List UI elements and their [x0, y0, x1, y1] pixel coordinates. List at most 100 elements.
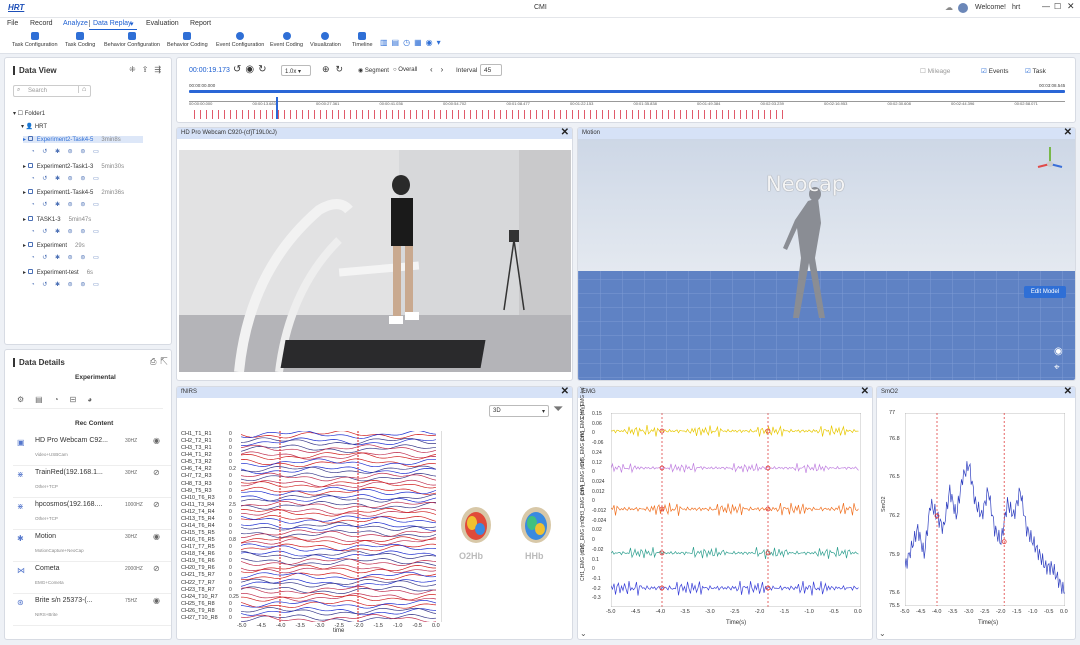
smo2-y-tick: 75.9 — [889, 551, 900, 558]
details-tab-icons[interactable]: ⚙▤◔⊟◕ — [17, 395, 103, 404]
chevron-down-icon[interactable]: ⌄ — [879, 629, 886, 638]
tree-item-tools-icon[interactable]: ◔ ↺ ✱ ⊜ ⊜ ▭ — [31, 201, 102, 208]
menu-file[interactable]: File — [7, 20, 18, 27]
menu-data-replay[interactable]: Data Replay — [89, 20, 132, 27]
nav-arrows[interactable]: ‹› — [430, 65, 451, 74]
maximize-icon[interactable]: ☐ — [1054, 2, 1061, 11]
fnirs-series-line — [241, 522, 436, 531]
tree-item[interactable]: ▸ TASK1-3 5min47s — [23, 215, 91, 223]
chevron-down-icon[interactable]: ▾ — [130, 20, 134, 28]
chevron-down-icon[interactable]: ⌄ — [580, 629, 587, 638]
behavior-coding-button[interactable]: Behavior Coding — [167, 32, 208, 48]
event-configuration-button[interactable]: Event Configuration — [216, 32, 264, 48]
chart-tools-icon[interactable]: ▥▤◷▦◉▾ — [380, 38, 445, 47]
filter-icon[interactable]: ⌂ — [78, 86, 86, 93]
tree-item[interactable]: ▸ Experiment2-Task4-5 3min8s — [23, 136, 143, 143]
tree-item-tools-icon[interactable]: ◔ ↺ ✱ ⊜ ⊜ ▭ — [31, 254, 102, 261]
menu-report[interactable]: Report — [190, 20, 211, 27]
avatar[interactable] — [958, 3, 968, 13]
device-name: hpcosmos(192.168.... — [35, 501, 103, 508]
tree-item-tools-icon[interactable]: ◔ ↺ ✱ ⊜ ⊜ ▭ — [31, 175, 102, 182]
tree-item[interactable]: ▸ Experiment 29s — [23, 242, 85, 249]
locate-icon[interactable]: ⌖ — [1054, 362, 1060, 373]
data-view-actions-icon[interactable]: ⁜⇪⇶ — [129, 65, 167, 74]
device-item[interactable]: ⋈ Cometa EMG+Cometa 2000HZ ⊘ — [13, 562, 171, 594]
fnirs-series-line — [241, 472, 436, 482]
tree-group[interactable]: ▾ 👤 HRT — [21, 123, 47, 130]
visibility-icon[interactable]: ◉ — [153, 596, 160, 605]
cloud-icon[interactable]: ☁ — [945, 3, 953, 12]
interval-input[interactable]: 45 — [480, 64, 502, 76]
task-coding-button[interactable]: Task Coding — [65, 32, 95, 48]
edit-model-button[interactable]: Edit Model — [1024, 286, 1066, 298]
device-item[interactable]: ⊛ Brite s/n 25373-(... NIRS+Brite 75HZ ◉ — [13, 594, 171, 626]
event-coding-icon — [282, 32, 291, 40]
menu-analyze[interactable]: Analyze — [63, 20, 88, 27]
smo2-y-tick: 76.2 — [889, 512, 900, 519]
speed-select[interactable]: 1.0x ▾ — [281, 65, 311, 76]
fnirs-y-tick: 0 — [229, 438, 232, 445]
visibility-icon[interactable]: ⊘ — [153, 500, 160, 509]
smo2-x-tick: -5.0 — [900, 609, 910, 615]
timeline-button[interactable]: Timeline — [352, 32, 373, 48]
fnirs-series-line — [241, 578, 436, 588]
tree-item[interactable]: ▸ Experiment2-Task1-3 5min30s — [23, 162, 124, 170]
experimental-tab[interactable]: Experimental — [75, 374, 116, 381]
device-item[interactable]: ⋇ TrainRed(192.168.1... Other+TCP 30HZ ⊘ — [13, 466, 171, 498]
eye-icon[interactable]: ◉ — [1054, 346, 1063, 357]
visibility-icon[interactable]: ◉ — [153, 436, 160, 445]
segment-radio[interactable]: ◉ Segment — [358, 67, 389, 74]
timeline-cursor[interactable] — [276, 97, 278, 119]
step-controls[interactable]: ⊕↻ — [322, 64, 349, 75]
menu-evaluation[interactable]: Evaluation — [146, 20, 179, 27]
visibility-icon[interactable]: ◉ — [153, 532, 160, 541]
behavior-configuration-button[interactable]: Behavior Configuration — [104, 32, 160, 48]
close-icon[interactable]: ✕ — [1064, 387, 1072, 397]
fnirs-y-tick: 0 — [229, 600, 232, 607]
timeline-track[interactable] — [189, 90, 1065, 93]
tree-item-tools-icon[interactable]: ◔ ↺ ✱ ⊜ ⊜ ▭ — [31, 228, 102, 235]
mileage-checkbox[interactable]: ☐ Mileage — [920, 67, 950, 75]
device-item[interactable]: ▣ HD Pro Webcam C92... Video+USBCam 30HZ ◉ — [13, 434, 171, 466]
filter-icon[interactable]: ⏷ — [553, 401, 563, 417]
close-icon[interactable]: ✕ — [561, 387, 569, 397]
device-item[interactable]: ✱ Motion MotionCapture+NeoCap 30HZ ◉ — [13, 530, 171, 562]
fnirs-y-tick: 0 — [229, 431, 232, 437]
tree-item[interactable]: ▸ Experiment1-Task4-5 2min36s — [23, 189, 124, 196]
visibility-icon[interactable]: ⊘ — [153, 564, 160, 573]
tree-item-tools-icon[interactable]: ◔ ↺ ✱ ⊜ ⊜ ▭ — [31, 281, 102, 288]
fnirs-series-line — [241, 493, 436, 503]
visibility-icon[interactable]: ⊘ — [153, 468, 160, 477]
fnirs-channel-label: CH16_T6_R5 — [181, 537, 215, 544]
fnirs-y-tick: 0 — [229, 487, 232, 494]
close-icon[interactable]: ✕ — [561, 128, 569, 138]
smo2-panel: SmO2 ✕ 77 76.8 76.5 76.2 75.9 75.6 75.5 SmO2 -5… — [876, 386, 1076, 640]
event-configuration-icon — [236, 32, 245, 40]
smo2-x-tick: -1.5 — [1012, 609, 1022, 615]
playback-controls[interactable]: ↺◉↻ — [233, 64, 270, 75]
minimize-icon[interactable]: — — [1042, 2, 1050, 11]
close-icon[interactable]: ✕ — [1067, 1, 1075, 12]
emg-y-label: CH7_EMG (mV) — [580, 386, 586, 419]
fnirs-channel-label: CH12_T4_R4 — [181, 508, 215, 515]
overall-radio[interactable]: ○ Overall — [393, 67, 417, 73]
menu-record[interactable]: Record — [30, 20, 53, 27]
fnirs-y-tick: 2.5 — [229, 501, 236, 508]
motion-panel: Motion ✕ Neocap Edit Model ◉ ⌖ — [577, 127, 1076, 381]
data-view-title: Data View — [13, 66, 57, 75]
visualization-button[interactable]: Visualization — [310, 32, 341, 48]
device-item[interactable]: ⋇ hpcosmos(192.168.... Other+TCP 1000HZ ⊘ — [13, 498, 171, 530]
task-checkbox[interactable]: ☑ Task — [1025, 67, 1046, 75]
close-icon[interactable]: ✕ — [1064, 128, 1072, 138]
tree-item[interactable]: ▸ Experiment-test 6s — [23, 268, 93, 276]
close-icon[interactable]: ✕ — [861, 387, 869, 397]
event-coding-button[interactable]: Event Coding — [270, 32, 303, 48]
tree-folder[interactable]: ▾ ☐ Folder1 — [13, 110, 45, 117]
search-input[interactable]: ⌕ Search ⌂ — [13, 85, 91, 97]
tree-item-tools-icon[interactable]: ◔ ↺ ✱ ⊜ ⊜ ▭ — [31, 148, 102, 155]
task-configuration-button[interactable]: Task Configuration — [12, 32, 58, 48]
details-actions-icon[interactable]: ⎙⇱ — [150, 357, 171, 367]
events-checkbox[interactable]: ☑ Events — [981, 67, 1009, 75]
view-mode-select[interactable]: 3D ▾ — [489, 405, 549, 417]
fnirs-series-line — [241, 550, 436, 560]
